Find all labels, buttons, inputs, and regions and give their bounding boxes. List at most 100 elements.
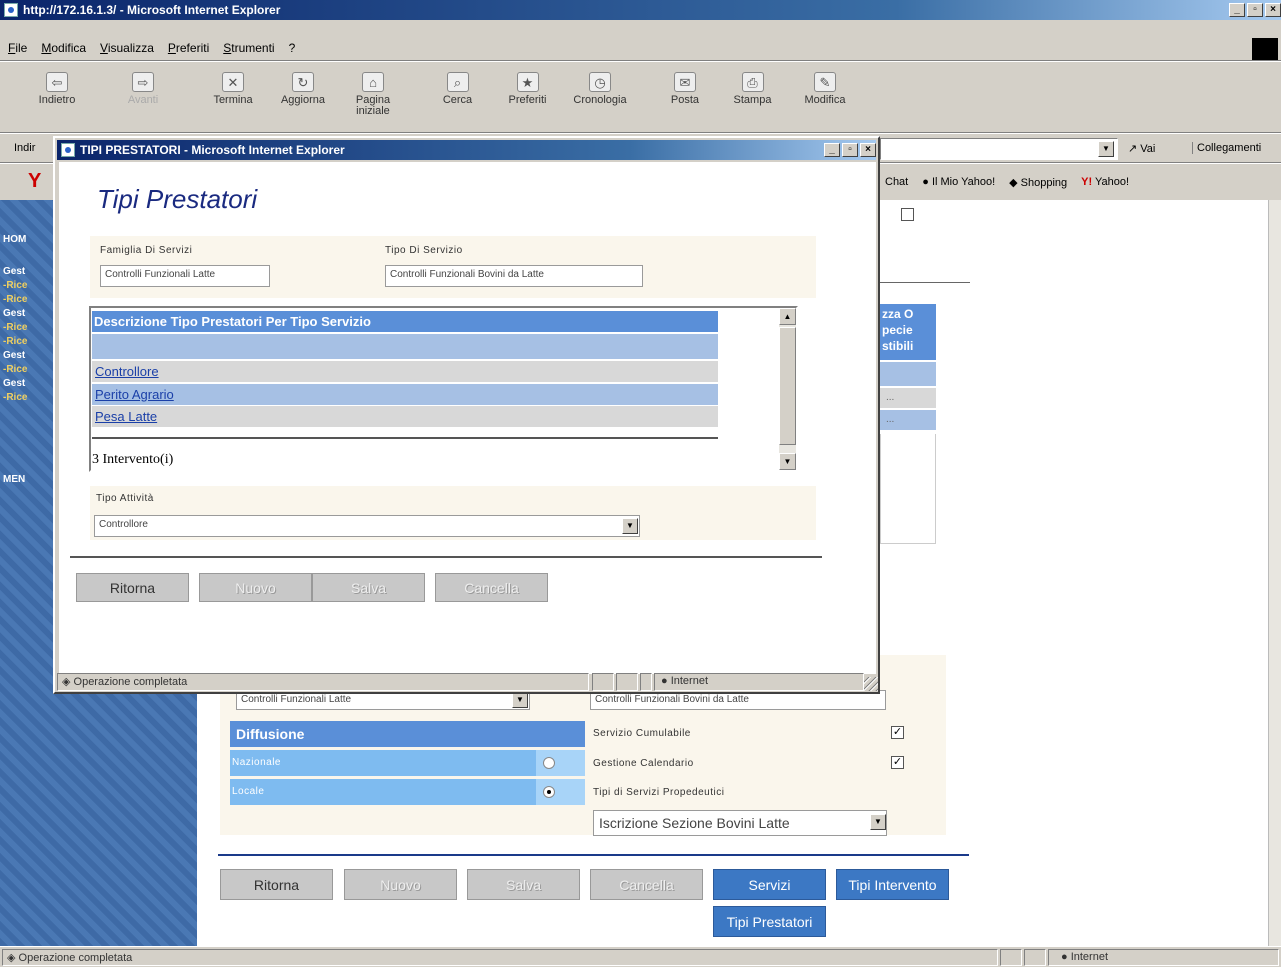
mail-button[interactable]: ✉ Posta (660, 72, 710, 106)
home-button[interactable]: ⌂ Pagina iniziale (348, 72, 398, 117)
go-button[interactable]: ↗ Vai (1128, 142, 1155, 155)
nav-item-2[interactable]: -Rice (3, 280, 27, 291)
refresh-icon: ↻ (292, 72, 314, 92)
yahoo-link[interactable]: Y! Yahoo! (1081, 176, 1129, 189)
maximize-button[interactable]: ▫ (1247, 3, 1263, 17)
list-scrollbar[interactable]: ▲ ▼ (779, 308, 796, 470)
popup-minimize-button[interactable]: _ (824, 143, 840, 157)
yahoo-logo[interactable]: Y (28, 170, 41, 193)
prestatore-row[interactable]: Perito Agrario (92, 384, 718, 405)
famiglia-label: Famiglia Di Servizi (100, 245, 193, 256)
history-button[interactable]: ◷ Cronologia (565, 72, 635, 106)
servizio-cumulabile-checkbox[interactable]: ✓ (891, 726, 904, 739)
minimize-button[interactable]: _ (1229, 3, 1245, 17)
print-button[interactable]: ⎙ Stampa (725, 72, 780, 106)
stop-button[interactable]: ✕ Termina (203, 72, 263, 106)
locale-row: Locale (230, 779, 585, 805)
bg-ritorna-button[interactable]: Ritorna (220, 869, 333, 900)
yahoo-chat-link[interactable]: Chat (885, 176, 908, 189)
menu-preferiti[interactable]: Preferiti (168, 41, 209, 55)
salva-button[interactable]: Salva (312, 573, 425, 602)
gestione-calendario-label: Gestione Calendario (593, 758, 694, 769)
propedeutici-select[interactable]: Iscrizione Sezione Bovini Latte (593, 810, 887, 836)
locale-radio[interactable] (543, 786, 555, 798)
nav-item-3[interactable]: -Rice (3, 294, 27, 305)
menu-bar: File Modifica Visualizza Preferiti Strum… (0, 38, 1281, 58)
cancella-button[interactable]: Cancella (435, 573, 548, 602)
popup-title: TIPI PRESTATORI - Microsoft Internet Exp… (80, 143, 345, 157)
tipi-prestatori-button[interactable]: Tipi Prestatori (713, 906, 826, 937)
favorites-icon: ★ (516, 72, 539, 92)
propedeutici-dropdown-arrow[interactable]: ▼ (870, 814, 886, 830)
links-label[interactable]: Collegamenti (1192, 142, 1261, 154)
forward-icon: ⇨ (132, 72, 154, 92)
nav-menu[interactable]: MEN (3, 474, 25, 485)
close-button[interactable]: × (1265, 3, 1281, 17)
search-button[interactable]: ⌕ Cerca (430, 72, 485, 106)
prestatore-row[interactable]: Pesa Latte (92, 406, 718, 427)
menu-help[interactable]: ? (289, 41, 296, 55)
scroll-down-icon[interactable]: ▼ (779, 453, 796, 470)
nav-item-8[interactable]: -Rice (3, 364, 27, 375)
favorites-button[interactable]: ★ Preferiti (500, 72, 555, 106)
nav-home[interactable]: HOM (3, 234, 26, 245)
edit-icon: ✎ (814, 72, 836, 92)
scroll-up-icon[interactable]: ▲ (779, 308, 796, 325)
main-zone: ● Internet (1048, 949, 1279, 966)
intervento-count: 3 Intervento(i) (92, 452, 174, 467)
edit-button[interactable]: ✎ Modifica (795, 72, 855, 106)
popup-maximize-button[interactable]: ▫ (842, 143, 858, 157)
main-status-bar: ◈ Operazione completata ● Internet (0, 946, 1281, 967)
attivita-dropdown-arrow[interactable]: ▼ (622, 518, 638, 534)
search-icon: ⌕ (446, 72, 469, 92)
nav-item-7[interactable]: Gest (3, 350, 25, 361)
nazionale-radio[interactable] (543, 757, 555, 769)
tipo-label: Tipo Di Servizio (385, 245, 463, 256)
bg-top-checkbox[interactable] (901, 208, 914, 221)
popup-heading: Tipi Prestatori (97, 184, 258, 214)
prestatore-row[interactable]: Controllore (92, 361, 718, 382)
address-input[interactable] (880, 138, 1118, 160)
nuovo-button[interactable]: Nuovo (199, 573, 312, 602)
attivita-select[interactable]: Controllore (94, 515, 640, 537)
prestatori-table-header: Descrizione Tipo Prestatori Per Tipo Ser… (92, 311, 718, 332)
nav-item-9[interactable]: Gest (3, 378, 25, 389)
popup-close-button[interactable]: × (860, 143, 876, 157)
bg-salva-button[interactable]: Salva (467, 869, 580, 900)
bg-famiglia-dropdown-arrow[interactable]: ▼ (512, 692, 528, 708)
back-button[interactable]: ⇦ Indietro (32, 72, 82, 106)
nav-item-6[interactable]: -Rice (3, 336, 27, 347)
attivita-label: Tipo Attività (96, 493, 154, 504)
scroll-thumb[interactable] (779, 327, 796, 445)
bg-row-fragment: ... (880, 410, 936, 430)
address-dropdown-arrow[interactable]: ▼ (1098, 141, 1114, 157)
popup-status-text: ◈ Operazione completata (57, 673, 589, 691)
tipo-field[interactable]: Controlli Funzionali Bovini da Latte (385, 265, 643, 287)
bg-nuovo-button[interactable]: Nuovo (344, 869, 457, 900)
famiglia-field[interactable]: Controlli Funzionali Latte (100, 265, 270, 287)
tipi-intervento-button[interactable]: Tipi Intervento (836, 869, 949, 900)
gestione-calendario-checkbox[interactable]: ✓ (891, 756, 904, 769)
menu-strumenti[interactable]: Strumenti (223, 41, 274, 55)
yahoo-shopping-link[interactable]: ◆ Shopping (1009, 176, 1067, 189)
menu-modifica[interactable]: Modifica (41, 41, 86, 55)
refresh-button[interactable]: ↻ Aggiorna (273, 72, 333, 106)
scrollbar-vertical[interactable] (1268, 200, 1281, 946)
resize-grip-icon[interactable] (864, 677, 878, 691)
nav-item-4[interactable]: Gest (3, 308, 25, 319)
nazionale-row: Nazionale (230, 750, 585, 776)
back-icon: ⇦ (46, 72, 68, 92)
locale-label: Locale (232, 786, 265, 797)
bg-column-header: zza O pecie stibili (880, 304, 936, 360)
yahoo-myyahoo-link[interactable]: ● Il Mio Yahoo! (922, 176, 995, 189)
nav-item-10[interactable]: -Rice (3, 392, 27, 403)
ritorna-button[interactable]: Ritorna (76, 573, 189, 602)
servizi-button[interactable]: Servizi (713, 869, 826, 900)
menu-visualizza[interactable]: Visualizza (100, 41, 154, 55)
bg-cancella-button[interactable]: Cancella (590, 869, 703, 900)
popup-title-bar: TIPI PRESTATORI - Microsoft Internet Exp… (57, 140, 876, 160)
nav-item-5[interactable]: -Rice (3, 322, 27, 333)
forward-button[interactable]: ⇨ Avanti (118, 72, 168, 106)
nav-item-1[interactable]: Gest (3, 266, 25, 277)
menu-file[interactable]: File (8, 41, 27, 55)
